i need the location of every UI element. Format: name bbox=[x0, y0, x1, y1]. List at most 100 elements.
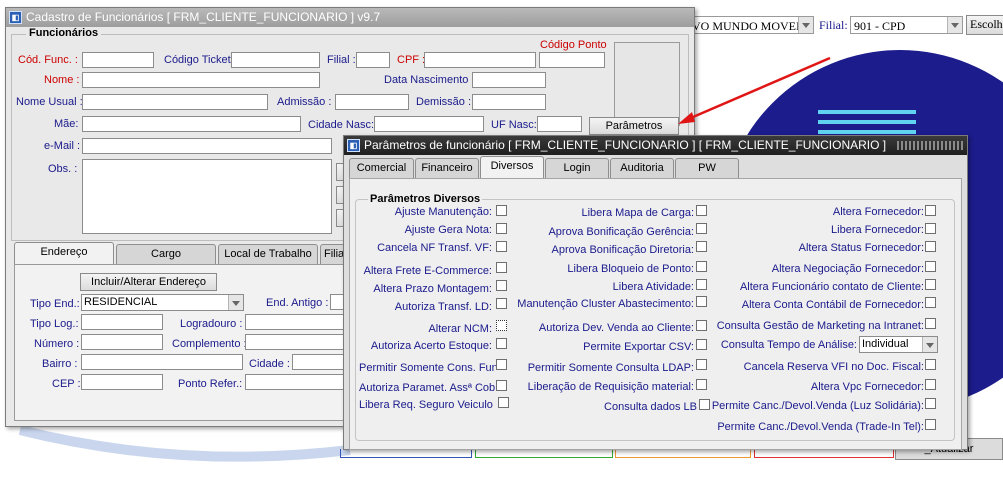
ponto-refer-input[interactable] bbox=[245, 374, 345, 390]
param-checkbox[interactable] bbox=[496, 380, 507, 391]
param-checkbox[interactable] bbox=[699, 399, 710, 410]
bairro-input[interactable] bbox=[81, 354, 243, 370]
param-label: Libera Bloqueio de Ponto: bbox=[567, 263, 694, 275]
param-checkbox[interactable] bbox=[496, 241, 507, 252]
param-checkbox[interactable] bbox=[925, 205, 936, 216]
cidade-input[interactable] bbox=[292, 354, 347, 370]
bottom-bar-orange bbox=[615, 449, 751, 458]
uf-nasc-input[interactable] bbox=[537, 116, 582, 132]
parametros-titlebar[interactable]: ◧ Parâmetros de funcionário [ FRM_CLIENT… bbox=[344, 136, 967, 155]
tab-auditoria[interactable]: Auditoria bbox=[610, 158, 674, 178]
param-checkbox[interactable] bbox=[496, 223, 507, 234]
param-label: Libera Atividade: bbox=[612, 281, 694, 293]
param-checkbox[interactable] bbox=[925, 419, 936, 430]
filial-select-value: 901 - CPD bbox=[854, 19, 906, 33]
param-checkbox[interactable] bbox=[696, 339, 707, 350]
admissao-label: Admissão : bbox=[277, 96, 332, 108]
tab-pw[interactable]: PW bbox=[675, 158, 739, 178]
param-checkbox[interactable] bbox=[496, 298, 507, 309]
logradouro-input[interactable] bbox=[245, 314, 345, 330]
tab-diversos[interactable]: Diversos bbox=[480, 156, 544, 178]
tipo-log-input[interactable] bbox=[81, 314, 163, 330]
param-label: Permitir Somente Consulta LDAP: bbox=[527, 362, 694, 374]
watermark-swoosh bbox=[18, 425, 351, 462]
tab-comercial[interactable]: Comercial bbox=[349, 158, 414, 178]
nome-input[interactable] bbox=[82, 72, 320, 88]
obs-label: Obs. : bbox=[48, 163, 78, 175]
cadastro-titlebar[interactable]: ◧ Cadastro de Funcionários [ FRM_CLIENTE… bbox=[6, 8, 694, 27]
demissao-input[interactable] bbox=[472, 94, 546, 110]
param-checkbox[interactable] bbox=[696, 320, 707, 331]
tempo-analise-select[interactable]: Individual bbox=[859, 336, 938, 353]
tab-local-trabalho[interactable]: Local de Trabalho bbox=[218, 244, 318, 264]
mae-label: Mãe: bbox=[54, 118, 79, 130]
param-label: Alterar NCM: bbox=[428, 323, 492, 335]
param-checkbox[interactable] bbox=[925, 318, 936, 329]
complemento-label: Complemento : bbox=[172, 338, 247, 350]
param-checkbox[interactable] bbox=[498, 397, 509, 408]
cod-func-input[interactable] bbox=[82, 52, 154, 68]
email-input[interactable] bbox=[82, 138, 332, 154]
mae-input[interactable] bbox=[82, 116, 301, 132]
tipo-end-select[interactable]: RESIDENCIAL bbox=[81, 294, 244, 311]
param-checkbox[interactable] bbox=[696, 296, 707, 307]
codigo-ponto-label: Código Ponto bbox=[540, 39, 607, 51]
grip-pattern bbox=[897, 141, 963, 150]
chevron-down-icon bbox=[798, 17, 813, 33]
param-label: Autoriza Acerto Estoque: bbox=[370, 340, 492, 352]
complemento-input[interactable] bbox=[245, 334, 345, 350]
param-checkbox[interactable] bbox=[496, 359, 507, 370]
param-checkbox[interactable] bbox=[925, 241, 936, 252]
param-checkbox[interactable] bbox=[696, 261, 707, 272]
param-checkbox[interactable] bbox=[925, 398, 936, 409]
param-checkbox[interactable] bbox=[496, 205, 507, 216]
choose-button[interactable]: Escolh bbox=[966, 15, 1003, 35]
cep-label: CEP : bbox=[52, 378, 81, 390]
param-checkbox[interactable] bbox=[696, 379, 707, 390]
param-checkbox[interactable] bbox=[696, 279, 707, 290]
cidade-nasc-input[interactable] bbox=[374, 116, 484, 132]
parametros-button[interactable]: Parâmetros bbox=[589, 117, 679, 135]
filial-select[interactable]: 901 - CPD bbox=[850, 16, 963, 34]
filial-input[interactable] bbox=[356, 52, 390, 68]
tab-cargo[interactable]: Cargo bbox=[116, 244, 216, 264]
param-label: Autoriza Dev. Venda ao Cliente: bbox=[538, 322, 694, 334]
filial-label: Filial: bbox=[819, 18, 848, 32]
param-checkbox[interactable] bbox=[696, 359, 707, 370]
obs-textarea[interactable] bbox=[82, 159, 332, 234]
company-select[interactable]: VO MUNDO MOVEIS bbox=[688, 16, 814, 34]
parametros-title: Parâmetros de funcionário [ FRM_CLIENTE_… bbox=[364, 138, 887, 152]
nome-usual-input[interactable] bbox=[82, 94, 268, 110]
codigo-ponto-input[interactable] bbox=[539, 52, 605, 68]
param-label: Consulta dados LB bbox=[604, 401, 697, 413]
tab-financeiro[interactable]: Financeiro bbox=[415, 158, 479, 178]
param-checkbox[interactable] bbox=[925, 261, 936, 272]
email-label: e-Mail : bbox=[44, 140, 81, 152]
param-checkbox[interactable] bbox=[696, 241, 707, 252]
cadastro-title: Cadastro de Funcionários [ FRM_CLIENTE_F… bbox=[26, 10, 381, 24]
cep-input[interactable] bbox=[81, 374, 163, 390]
param-checkbox[interactable] bbox=[496, 262, 507, 273]
param-checkbox[interactable] bbox=[696, 223, 707, 234]
bottom-bar-red bbox=[754, 449, 894, 458]
param-checkbox[interactable] bbox=[925, 379, 936, 390]
data-nasc-input[interactable] bbox=[472, 72, 546, 88]
param-checkbox[interactable] bbox=[925, 223, 936, 234]
chevron-down-icon bbox=[228, 295, 243, 310]
cpf-input[interactable] bbox=[424, 52, 536, 68]
incluir-endereco-button[interactable]: Incluir/Alterar Endereço bbox=[80, 273, 217, 291]
tab-login[interactable]: Login bbox=[545, 158, 609, 178]
numero-input[interactable] bbox=[81, 334, 163, 350]
cod-func-label: Cód. Func. : bbox=[18, 54, 78, 66]
tab-endereco[interactable]: Endereço bbox=[14, 242, 114, 264]
admissao-input[interactable] bbox=[335, 94, 409, 110]
param-checkbox[interactable] bbox=[496, 338, 507, 349]
data-nasc-label: Data Nascimento : bbox=[384, 74, 475, 86]
param-checkbox[interactable] bbox=[496, 280, 507, 291]
param-checkbox[interactable] bbox=[496, 320, 507, 331]
param-checkbox[interactable] bbox=[925, 359, 936, 370]
param-checkbox[interactable] bbox=[925, 297, 936, 308]
codigo-ticket-input[interactable] bbox=[231, 52, 320, 68]
param-checkbox[interactable] bbox=[696, 205, 707, 216]
param-checkbox[interactable] bbox=[925, 279, 936, 290]
